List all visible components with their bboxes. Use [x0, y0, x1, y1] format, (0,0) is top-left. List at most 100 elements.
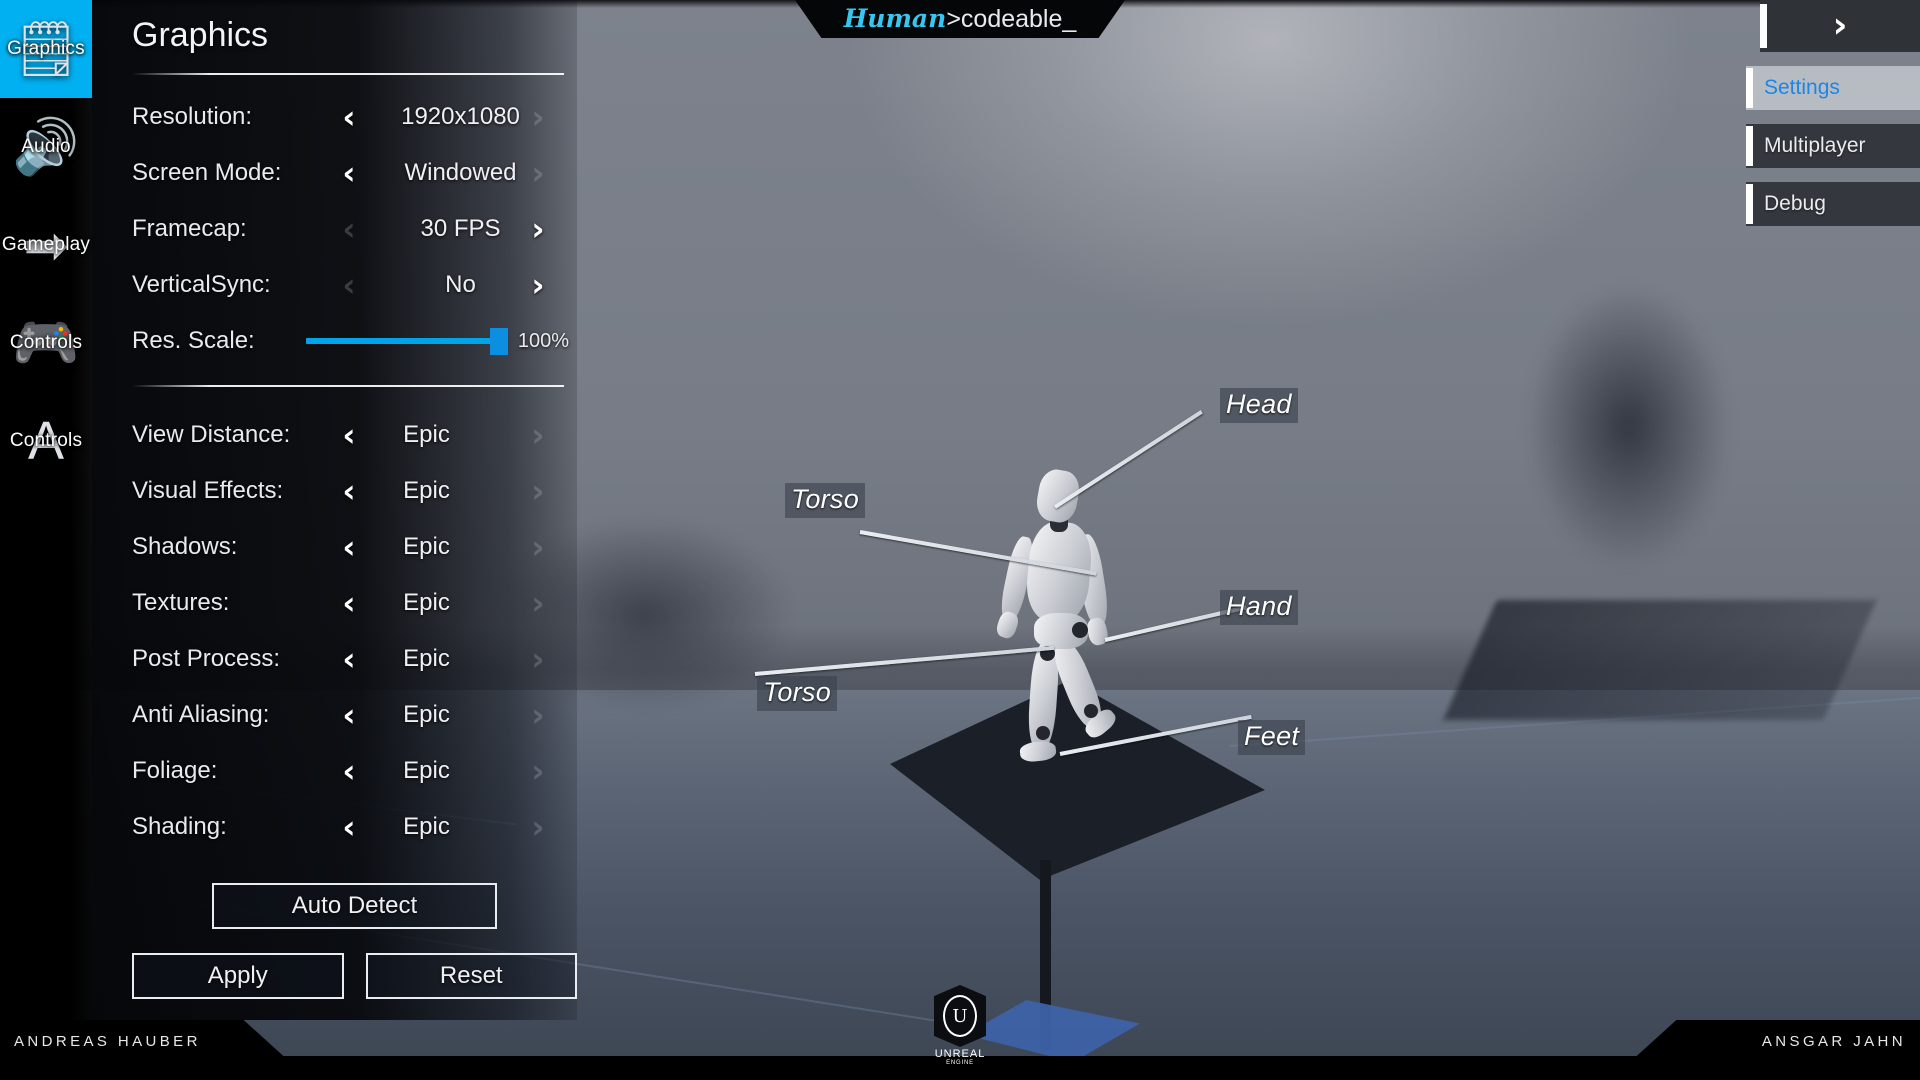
sidebar-item-label: Audio [21, 136, 71, 157]
slider-value: 100% [517, 329, 569, 352]
chevron-right-icon[interactable]: › [521, 101, 555, 133]
setting-row-res-scale: Res. Scale: 100% [112, 313, 577, 369]
setting-label: Screen Mode: [132, 159, 282, 186]
panel-button-group: Auto Detect Apply Reset [112, 883, 577, 999]
setting-label: Resolution: [132, 103, 253, 130]
setting-label: Framecap: [132, 215, 247, 242]
sidebar-item-label: Controls [9, 332, 83, 353]
scene-label-torso-1: Torso [785, 483, 866, 519]
chevron-left-icon[interactable]: ‹ [332, 587, 366, 619]
chevron-right-icon[interactable]: › [521, 811, 555, 843]
reset-button[interactable]: Reset [365, 953, 577, 999]
setting-row-shadows: Shadows: ‹ Epic › [112, 519, 577, 575]
scene-label-torso-3: Torso [757, 676, 838, 712]
brand-logo: Human>codeable_ [844, 6, 1077, 32]
unreal-wordmark-line2: ENGINE [946, 1060, 974, 1066]
pedestal-wall-shadow [1443, 600, 1877, 720]
sidebar-item-graphics-0[interactable]: 🗒 Graphics [0, 0, 92, 98]
bottom-bar: ANDREAS HAUBER ANSGAR JAHN U UNREAL ENGI… [0, 985, 1920, 1080]
setting-row-shading: Shading: ‹ Epic › [112, 799, 577, 855]
chevron-right-icon[interactable]: › [521, 157, 555, 189]
chevron-left-icon[interactable]: ‹ [332, 531, 366, 563]
chevron-right-icon[interactable]: › [521, 475, 555, 507]
right-menu-item-label: Multiplayer [1764, 134, 1866, 157]
apply-button[interactable]: Apply [132, 953, 344, 999]
right-menu-item-settings[interactable]: Settings [1746, 66, 1920, 110]
right-menu-item-label: Debug [1764, 192, 1826, 215]
quality-settings-group: View Distance: ‹ Epic › Visual Effects: ‹ Epic… [112, 407, 577, 855]
brand-title-bar: Human>codeable_ [795, 0, 1125, 38]
chevron-right-icon[interactable]: › [521, 419, 555, 451]
unreal-engine-logo: U UNREAL ENGINE [925, 985, 995, 1066]
chevron-right-icon[interactable]: › [521, 643, 555, 675]
setting-label: Shading: [132, 813, 227, 840]
credit-right-plate: ANSGAR JAHN [1630, 1020, 1920, 1062]
scene-label-hand-2: Hand [1220, 590, 1298, 626]
game-settings-screen: Head Torso Hand Torso Feet Human>codeable_ 🗒… [0, 0, 1920, 1080]
setting-label: Anti Aliasing: [132, 701, 270, 728]
setting-label: VerticalSync: [132, 271, 271, 298]
unreal-wordmark-line1: UNREAL [934, 1048, 986, 1060]
menu-expand-button[interactable]: › [1760, 0, 1920, 52]
category-sidebar[interactable]: 🗒 Graphics 🔊 Audio ➡ Gameplay 🎮 Controls A Contro… [0, 0, 92, 1020]
slider-knob[interactable] [489, 328, 508, 355]
brand-text-primary: Human [843, 4, 947, 33]
sidebar-item-label: Controls [9, 430, 83, 451]
chevron-right-icon[interactable]: › [521, 755, 555, 787]
chevron-right-icon[interactable]: › [521, 699, 555, 731]
display-settings-group: Resolution: ‹ 1920x1080 › Screen Mode: ‹ Windo… [112, 89, 577, 313]
chevron-right-icon[interactable]: › [521, 531, 555, 563]
credit-left: ANDREAS HAUBER [14, 1032, 201, 1050]
auto-detect-button[interactable]: Auto Detect [212, 883, 497, 929]
brand-text-secondary: >codeable_ [946, 5, 1077, 33]
setting-row-antialiasing: Anti Aliasing: ‹ Epic › [112, 687, 577, 743]
setting-label: Shadows: [132, 533, 238, 560]
setting-row-framecap: Framecap: ‹ 30 FPS › [112, 201, 577, 257]
right-menu-item-debug[interactable]: Debug [1746, 182, 1920, 226]
setting-row-visualeffects: Visual Effects: ‹ Epic › [112, 463, 577, 519]
setting-row-textures: Textures: ‹ Epic › [112, 575, 577, 631]
setting-label: View Distance: [132, 421, 291, 448]
sidebar-item-controls-4[interactable]: A Controls [0, 392, 92, 490]
setting-label: Post Process: [132, 645, 281, 672]
scene-label-head-0: Head [1220, 388, 1298, 424]
credit-right: ANSGAR JAHN [1761, 1032, 1906, 1050]
chevron-right-icon[interactable]: › [521, 269, 555, 301]
setting-label: Foliage: [132, 757, 218, 784]
settings-panel: Graphics Resolution: ‹ 1920x1080 › Screen Mo… [92, 0, 577, 1020]
setting-row-foliage: Foliage: ‹ Epic › [112, 743, 577, 799]
setting-row-viewdistance: View Distance: ‹ Epic › [112, 407, 577, 463]
sidebar-item-label: Graphics [7, 38, 85, 59]
chevron-left-icon[interactable]: ‹ [332, 157, 366, 189]
slider-track[interactable] [305, 328, 508, 355]
panel-divider-top [132, 73, 564, 75]
unreal-u-glyph: U [943, 995, 977, 1037]
setting-label: Textures: [132, 589, 230, 616]
chevron-right-icon[interactable]: › [521, 213, 555, 245]
right-menu-item-multiplayer[interactable]: Multiplayer [1746, 124, 1920, 168]
setting-row-postprocess: Post Process: ‹ Epic › [112, 631, 577, 687]
setting-row-resolution: Resolution: ‹ 1920x1080 › [112, 89, 577, 145]
chevron-left-icon[interactable]: ‹ [332, 755, 366, 787]
chevron-left-icon[interactable]: ‹ [332, 811, 366, 843]
chevron-left-icon[interactable]: ‹ [332, 101, 366, 133]
unreal-engine-mark-icon: U [934, 985, 986, 1047]
chevron-left-icon[interactable]: ‹ [332, 475, 366, 507]
chevron-left-icon[interactable]: ‹ [332, 269, 366, 301]
panel-divider-mid [132, 385, 564, 387]
setting-row-verticalsync: VerticalSync: ‹ No › [112, 257, 577, 313]
sidebar-item-controls-3[interactable]: 🎮 Controls [0, 294, 92, 392]
setting-label: Res. Scale: [132, 327, 255, 354]
right-menu: › Settings Multiplayer Debug [1720, 0, 1920, 226]
chevron-left-icon[interactable]: ‹ [332, 643, 366, 675]
chevron-right-icon: › [1832, 5, 1848, 46]
sidebar-item-audio-1[interactable]: 🔊 Audio [0, 98, 92, 196]
scene-label-feet-4: Feet [1238, 720, 1306, 756]
credit-left-plate: ANDREAS HAUBER [0, 1020, 290, 1062]
chevron-left-icon[interactable]: ‹ [332, 213, 366, 245]
res-scale-slider[interactable]: 100% [305, 328, 577, 355]
chevron-left-icon[interactable]: ‹ [332, 419, 366, 451]
chevron-right-icon[interactable]: › [521, 587, 555, 619]
sidebar-item-gameplay-2[interactable]: ➡ Gameplay [0, 196, 92, 294]
chevron-left-icon[interactable]: ‹ [332, 699, 366, 731]
